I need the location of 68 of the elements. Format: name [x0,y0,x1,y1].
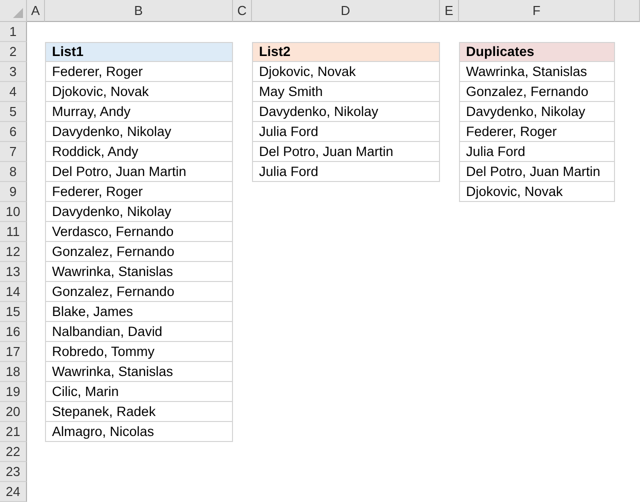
table-cell: Djokovic, Novak [252,62,440,82]
table-cell: Del Potro, Juan Martin [459,162,615,182]
table-cell: Wawrinka, Stanislas [45,362,233,382]
column-header[interactable]: C [233,0,252,22]
row-header[interactable]: 1 [0,22,27,42]
table-cell: Gonzalez, Fernando [45,242,233,262]
table-cell: Cilic, Marin [45,382,233,402]
table-cell: Djokovic, Novak [459,182,615,202]
table-cell: Del Potro, Juan Martin [252,142,440,162]
row-header[interactable]: 17 [0,342,27,362]
table-cell: Davydenko, Nikolay [459,102,615,122]
table-cell: May Smith [252,82,440,102]
table-cell: Verdasco, Fernando [45,222,233,242]
column-header[interactable]: A [27,0,45,22]
row-header[interactable]: 4 [0,82,27,102]
table-cell: Davydenko, Nikolay [252,102,440,122]
select-all-button[interactable] [0,0,27,22]
table-cell: Murray, Andy [45,102,233,122]
table-cell: Julia Ford [252,122,440,142]
table-cell: Roddick, Andy [45,142,233,162]
column-header[interactable]: E [440,0,459,22]
row-header[interactable]: 2 [0,42,27,62]
row-header[interactable]: 24 [0,482,27,502]
row-header[interactable]: 22 [0,442,27,462]
table-cell: Del Potro, Juan Martin [45,162,233,182]
column-header[interactable]: B [45,0,233,22]
row-header[interactable]: 12 [0,242,27,262]
table-cell: Wawrinka, Stanislas [45,262,233,282]
table-cell: Julia Ford [252,162,440,182]
row-header[interactable]: 10 [0,202,27,222]
row-header[interactable]: 13 [0,262,27,282]
row-header[interactable]: 7 [0,142,27,162]
row-header[interactable]: 8 [0,162,27,182]
table-cell: Robredo, Tommy [45,342,233,362]
table-cell: Stepanek, Radek [45,402,233,422]
table-header: Duplicates [459,42,615,62]
row-header[interactable]: 14 [0,282,27,302]
table-cell: Federer, Roger [45,182,233,202]
row-header[interactable]: 6 [0,122,27,142]
row-header[interactable]: 21 [0,422,27,442]
column-header[interactable]: F [459,0,615,22]
column-header[interactable]: D [252,0,440,22]
row-header[interactable]: 20 [0,402,27,422]
table-header: List1 [45,42,233,62]
table-cell: Nalbandian, David [45,322,233,342]
table-cell: Davydenko, Nikolay [45,122,233,142]
table-cell: Julia Ford [459,142,615,162]
row-header[interactable]: 18 [0,362,27,382]
row-header[interactable]: 11 [0,222,27,242]
row-header[interactable]: 23 [0,462,27,482]
table-cell: Wawrinka, Stanislas [459,62,615,82]
table-cell: Blake, James [45,302,233,322]
table-cell: Davydenko, Nikolay [45,202,233,222]
table-cell: Almagro, Nicolas [45,422,233,442]
table-cell: Federer, Roger [459,122,615,142]
table-cell: Gonzalez, Fernando [45,282,233,302]
triangle-icon [13,8,23,18]
row-header[interactable]: 9 [0,182,27,202]
table-cell: Gonzalez, Fernando [459,82,615,102]
row-header[interactable]: 3 [0,62,27,82]
row-header[interactable]: 16 [0,322,27,342]
row-header[interactable]: 5 [0,102,27,122]
table-cell: Federer, Roger [45,62,233,82]
table-cell: Djokovic, Novak [45,82,233,102]
row-header[interactable]: 15 [0,302,27,322]
table-header: List2 [252,42,440,62]
header-bar [615,0,640,22]
row-header[interactable]: 19 [0,382,27,402]
